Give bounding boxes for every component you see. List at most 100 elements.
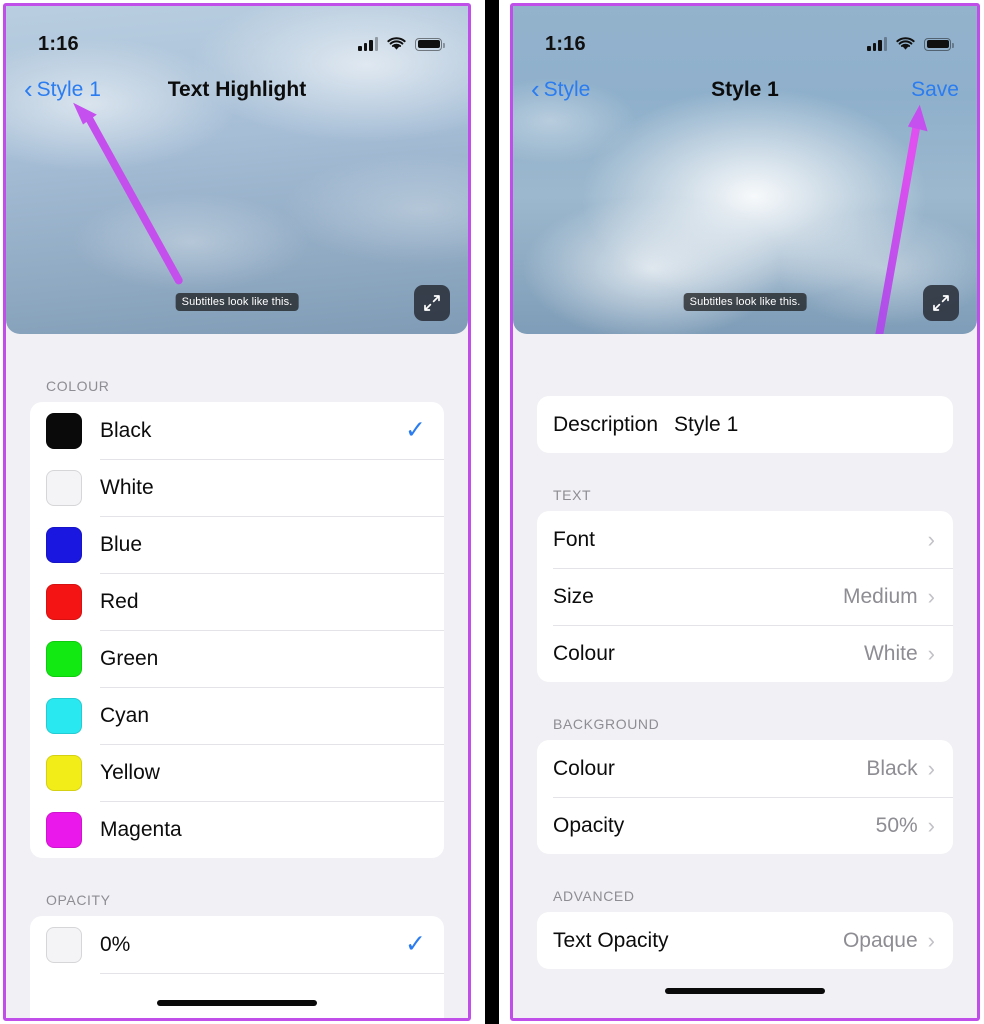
setting-label: Font xyxy=(553,527,596,551)
colour-swatch xyxy=(46,754,82,791)
back-button-label: Style 1 xyxy=(36,78,101,101)
section-header-colour: COLOUR xyxy=(46,378,110,394)
left-settings-body: COLOUR Black ✓ White Blue Red Green Cyan… xyxy=(6,334,468,1018)
setting-row-bg-opacity[interactable]: Opacity 50% › xyxy=(537,797,953,854)
description-value[interactable]: Style 1 xyxy=(674,413,738,437)
right-phone-screen: 1:16 ‹ Style Style 1 Save Subtitles look… xyxy=(510,3,980,1021)
cellular-bars-icon xyxy=(867,37,887,51)
setting-row-bg-colour[interactable]: Colour Black › xyxy=(537,740,953,797)
setting-label: Colour xyxy=(553,756,615,780)
status-icon-group xyxy=(358,37,445,51)
colour-label: Green xyxy=(100,646,159,670)
chevron-left-icon: ‹ xyxy=(24,73,33,104)
description-label: Description xyxy=(553,412,659,436)
left-nav-bar: ‹ Style 1 Text Highlight xyxy=(6,64,468,116)
right-nav-bar: ‹ Style Style 1 Save xyxy=(513,64,977,116)
left-status-bar: 1:16 xyxy=(6,6,468,64)
status-time: 1:16 xyxy=(38,32,79,55)
right-panel-wrapper: 1:16 ‹ Style Style 1 Save Subtitles look… xyxy=(507,0,984,1024)
setting-label: Size xyxy=(553,584,594,608)
chevron-right-icon: › xyxy=(927,812,935,838)
colour-swatch xyxy=(46,526,82,563)
colour-label: Cyan xyxy=(100,703,150,727)
expand-arrows-icon[interactable] xyxy=(923,285,959,321)
colour-label: White xyxy=(100,475,154,499)
subtitle-sample-text: Subtitles look like this. xyxy=(175,293,299,311)
right-video-preview[interactable]: 1:16 ‹ Style Style 1 Save Subtitles look… xyxy=(513,6,977,334)
checkmark-icon: ✓ xyxy=(405,930,426,958)
setting-value: 50% xyxy=(875,813,918,837)
panel-divider xyxy=(477,0,507,1024)
colour-swatch xyxy=(46,811,82,848)
battery-icon xyxy=(924,37,954,51)
colour-swatch xyxy=(46,469,82,506)
wifi-icon xyxy=(387,37,406,51)
home-indicator[interactable] xyxy=(157,1000,317,1006)
section-header-text: TEXT xyxy=(553,487,592,503)
back-button[interactable]: ‹ Style xyxy=(531,73,641,104)
background-settings-card: Colour Black › Opacity 50% › xyxy=(537,740,953,854)
chevron-right-icon: › xyxy=(927,927,935,953)
text-settings-card: Font › Size Medium › Colour White › xyxy=(537,511,953,682)
home-indicator[interactable] xyxy=(665,988,825,994)
setting-label: Colour xyxy=(553,641,615,665)
chevron-left-icon: ‹ xyxy=(531,73,540,104)
colour-row-black[interactable]: Black ✓ xyxy=(30,402,444,459)
expand-arrows-icon[interactable] xyxy=(414,285,450,321)
colour-row-magenta[interactable]: Magenta xyxy=(30,801,444,858)
opacity-label: 0% xyxy=(100,932,131,956)
left-panel-wrapper: 1:16 ‹ Style 1 Text Highlight Subtitles … xyxy=(0,0,477,1024)
colour-label: Black xyxy=(100,418,152,442)
cellular-bars-icon xyxy=(358,37,378,51)
colour-label: Red xyxy=(100,589,139,613)
back-button[interactable]: ‹ Style 1 xyxy=(24,73,134,104)
colour-label: Yellow xyxy=(100,760,160,784)
section-header-advanced: ADVANCED xyxy=(553,888,635,904)
right-status-bar: 1:16 xyxy=(513,6,977,64)
wifi-icon xyxy=(896,37,915,51)
colour-row-yellow[interactable]: Yellow xyxy=(30,744,444,801)
colour-swatch xyxy=(46,640,82,677)
colour-label: Blue xyxy=(100,532,143,556)
description-row[interactable]: Description Style 1 xyxy=(537,396,953,453)
screenshot-stage: 1:16 ‹ Style 1 Text Highlight Subtitles … xyxy=(0,0,984,1024)
checkmark-icon: ✓ xyxy=(405,416,426,444)
chevron-right-icon: › xyxy=(927,583,935,609)
setting-row-text-colour[interactable]: Colour White › xyxy=(537,625,953,682)
chevron-right-icon: › xyxy=(927,640,935,666)
left-video-preview[interactable]: 1:16 ‹ Style 1 Text Highlight Subtitles … xyxy=(6,6,468,334)
setting-value: White xyxy=(863,641,918,665)
save-button[interactable]: Save xyxy=(911,78,959,102)
colour-swatch xyxy=(46,697,82,734)
setting-row-text-opacity[interactable]: Text Opacity Opaque › xyxy=(537,912,953,969)
colour-options-card: Black ✓ White Blue Red Green Cyan Yellow… xyxy=(30,402,444,858)
opacity-swatch xyxy=(46,926,82,963)
divider-black-bar xyxy=(485,0,499,1024)
description-card[interactable]: Description Style 1 xyxy=(537,396,953,453)
colour-row-white[interactable]: White xyxy=(30,459,444,516)
back-button-label: Style xyxy=(543,78,591,101)
setting-label: Opacity xyxy=(553,813,625,837)
colour-row-green[interactable]: Green xyxy=(30,630,444,687)
status-time: 1:16 xyxy=(545,32,586,55)
left-phone-screen: 1:16 ‹ Style 1 Text Highlight Subtitles … xyxy=(3,3,471,1021)
colour-row-blue[interactable]: Blue xyxy=(30,516,444,573)
section-header-background: BACKGROUND xyxy=(553,716,660,732)
setting-row-font[interactable]: Font › xyxy=(537,511,953,568)
opacity-row-partial[interactable] xyxy=(30,973,444,1018)
chevron-right-icon: › xyxy=(927,755,935,781)
section-header-opacity: OPACITY xyxy=(46,892,111,908)
colour-row-cyan[interactable]: Cyan xyxy=(30,687,444,744)
setting-label: Text Opacity xyxy=(553,928,669,952)
advanced-settings-card: Text Opacity Opaque › xyxy=(537,912,953,969)
opacity-row-0[interactable]: 0% ✓ xyxy=(30,916,444,973)
setting-row-size[interactable]: Size Medium › xyxy=(537,568,953,625)
battery-icon xyxy=(415,37,445,51)
colour-swatch xyxy=(46,412,82,449)
colour-label: Magenta xyxy=(100,817,182,841)
status-icon-group xyxy=(867,37,954,51)
setting-value: Opaque xyxy=(842,928,918,952)
right-settings-body: Description Style 1 TEXT Font › Size Med… xyxy=(513,334,977,1018)
chevron-right-icon: › xyxy=(927,526,935,552)
colour-row-red[interactable]: Red xyxy=(30,573,444,630)
